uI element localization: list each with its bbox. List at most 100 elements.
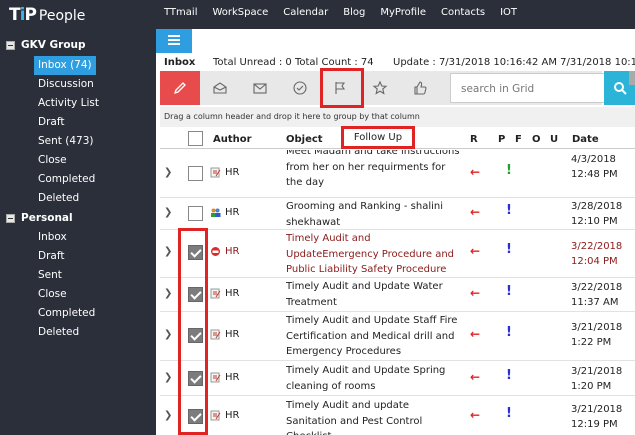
sidebar-item-personal-completed[interactable]: Completed bbox=[34, 304, 99, 323]
expand-icon[interactable]: ❯ bbox=[164, 410, 172, 421]
sidebar-item-personal-inbox[interactable]: Inbox bbox=[34, 228, 71, 247]
table-row[interactable]: ❯ HR Timely Audit and Update Spring clea… bbox=[160, 361, 635, 396]
row-checkbox[interactable] bbox=[188, 328, 203, 343]
col-object[interactable]: Object bbox=[286, 134, 323, 145]
table-row[interactable]: ❯ HR Timely Audit and Update Staff Fire … bbox=[160, 312, 635, 361]
scrollbar-thumb[interactable] bbox=[629, 71, 635, 85]
row-checkbox[interactable] bbox=[188, 287, 203, 302]
author-cell: HR bbox=[210, 207, 239, 218]
row-checkbox[interactable] bbox=[188, 245, 203, 260]
row-checkbox[interactable] bbox=[188, 166, 203, 181]
object-cell[interactable]: Grooming and Ranking - shalini shekhawat bbox=[286, 199, 462, 229]
sidebar-item-discussion[interactable]: Discussion bbox=[34, 75, 98, 94]
sidebar-item-personal-close[interactable]: Close bbox=[34, 285, 71, 304]
sidebar-item-close[interactable]: Close bbox=[34, 151, 71, 170]
nav-blog[interactable]: Blog bbox=[343, 7, 365, 18]
star-button[interactable] bbox=[360, 71, 400, 105]
date-value: 3/21/2018 bbox=[571, 366, 623, 377]
priority-icon: ! bbox=[506, 242, 512, 257]
search-input[interactable]: search in Grid bbox=[450, 73, 608, 103]
col-o[interactable]: O bbox=[532, 134, 541, 145]
author-name: HR bbox=[225, 329, 240, 340]
date-value: 3/22/2018 bbox=[571, 282, 623, 293]
search-placeholder: search in Grid bbox=[461, 83, 535, 95]
col-r[interactable]: R bbox=[470, 134, 478, 145]
table-row[interactable]: ❯ HR Meet Madam and take instructions fr… bbox=[160, 150, 635, 198]
folder-title: Inbox bbox=[164, 57, 196, 68]
expand-icon[interactable]: ❯ bbox=[164, 288, 172, 299]
table-row[interactable]: ❯ HR Grooming and Ranking - shalini shek… bbox=[160, 198, 635, 230]
nav-iot[interactable]: IOT bbox=[500, 7, 517, 18]
reply-arrow-icon: ← bbox=[470, 327, 481, 341]
object-cell[interactable]: Timely Audit and Update Spring cleaning … bbox=[286, 363, 462, 394]
expand-icon[interactable]: ❯ bbox=[164, 246, 172, 257]
reply-arrow-icon: ← bbox=[470, 408, 481, 422]
sidebar-item-inbox[interactable]: Inbox (74) bbox=[34, 56, 96, 75]
object-cell[interactable]: Timely Audit and UpdateEmergency Procedu… bbox=[286, 231, 462, 277]
object-cell[interactable]: Timely Audit and update Sanitation and P… bbox=[286, 398, 462, 435]
expand-icon[interactable]: ❯ bbox=[164, 207, 172, 218]
col-f[interactable]: F bbox=[515, 134, 522, 145]
reply-arrow-icon: ← bbox=[470, 286, 481, 300]
compose-button[interactable] bbox=[160, 71, 200, 105]
table-row[interactable]: ❯ HR Timely Audit and Update Water Treat… bbox=[160, 278, 635, 312]
collapse-icon[interactable] bbox=[6, 213, 15, 223]
col-author[interactable]: Author bbox=[213, 134, 252, 145]
author-cell: HR bbox=[210, 167, 239, 178]
nav-workspace[interactable]: WorkSpace bbox=[212, 7, 268, 18]
date-value: 3/28/2018 bbox=[571, 201, 623, 212]
sidebar-item-sent[interactable]: Sent (473) bbox=[34, 132, 97, 151]
like-button[interactable] bbox=[400, 71, 440, 105]
collapse-icon[interactable] bbox=[6, 40, 15, 50]
group-personal[interactable]: Personal bbox=[6, 212, 73, 224]
sidebar-item-personal-draft[interactable]: Draft bbox=[34, 247, 68, 266]
group-label: GKV Group bbox=[21, 39, 86, 51]
nav-calendar[interactable]: Calendar bbox=[283, 7, 328, 18]
object-cell[interactable]: Timely Audit and Update Water Treatment bbox=[286, 279, 462, 310]
author-cell: HR bbox=[210, 288, 239, 299]
priority-icon: ! bbox=[506, 325, 512, 340]
update-text: Update : 7/31/2018 10:16:42 AM 7/31/2018… bbox=[393, 57, 635, 68]
sidebar-item-deleted[interactable]: Deleted bbox=[34, 189, 83, 208]
object-cell[interactable]: Meet Madam and take instructions from he… bbox=[286, 150, 462, 191]
sidebar-item-activity-list[interactable]: Activity List bbox=[34, 94, 103, 113]
nav-ttmail[interactable]: TTmail bbox=[164, 7, 197, 18]
complete-button[interactable] bbox=[280, 71, 320, 105]
col-u[interactable]: U bbox=[550, 134, 558, 145]
nav-contacts[interactable]: Contacts bbox=[441, 7, 485, 18]
menu-toggle-button[interactable] bbox=[156, 29, 192, 53]
sidebar-item-personal-sent[interactable]: Sent bbox=[34, 266, 66, 285]
follow-up-tooltip: Follow Up bbox=[343, 128, 413, 147]
table-row[interactable]: ❯ HR Timely Audit and update Sanitation … bbox=[160, 396, 635, 435]
object-cell[interactable]: Timely Audit and Update Staff Fire Certi… bbox=[286, 313, 462, 360]
expand-icon[interactable]: ❯ bbox=[164, 372, 172, 383]
row-checkbox[interactable] bbox=[188, 371, 203, 386]
read-button[interactable] bbox=[200, 71, 240, 105]
nav-myprofile[interactable]: MyProfile bbox=[380, 7, 426, 18]
author-name: HR bbox=[225, 246, 240, 257]
priority-icon: ! bbox=[506, 284, 512, 299]
sidebar-item-personal-deleted[interactable]: Deleted bbox=[34, 323, 83, 342]
flag-icon bbox=[335, 82, 346, 94]
row-checkbox[interactable] bbox=[188, 409, 203, 424]
expand-icon[interactable]: ❯ bbox=[164, 167, 172, 178]
expand-icon[interactable]: ❯ bbox=[164, 329, 172, 340]
date-value: 3/22/2018 bbox=[571, 241, 623, 252]
open-envelope-icon bbox=[213, 82, 227, 94]
unread-button[interactable] bbox=[240, 71, 280, 105]
date-value: 3/21/2018 bbox=[571, 404, 623, 415]
reply-arrow-icon: ← bbox=[470, 205, 481, 219]
col-p[interactable]: P bbox=[498, 134, 505, 145]
sidebar-item-draft[interactable]: Draft bbox=[34, 113, 68, 132]
note-icon bbox=[210, 288, 221, 299]
tip-people-logo[interactable]: TiP People bbox=[9, 5, 85, 25]
group-drop-zone[interactable]: Drag a column header and drop it here to… bbox=[160, 107, 635, 127]
sidebar-item-completed[interactable]: Completed bbox=[34, 170, 99, 189]
col-date[interactable]: Date bbox=[572, 134, 599, 145]
select-all-checkbox[interactable] bbox=[188, 131, 203, 146]
date-value: 3/21/2018 bbox=[571, 322, 623, 333]
row-checkbox[interactable] bbox=[188, 206, 203, 221]
group-gkv[interactable]: GKV Group bbox=[6, 39, 86, 51]
follow-up-button[interactable] bbox=[320, 71, 360, 105]
table-row[interactable]: ❯ HR Timely Audit and UpdateEmergency Pr… bbox=[160, 230, 635, 278]
